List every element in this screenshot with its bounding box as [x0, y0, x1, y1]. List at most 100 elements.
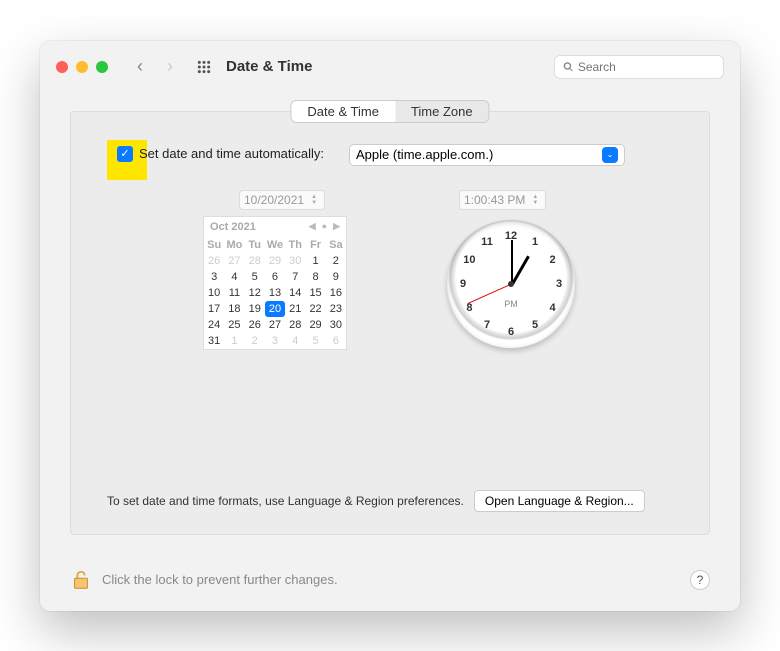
calendar-day[interactable]: 31 — [204, 333, 224, 349]
calendar-month-label: Oct 2021 — [210, 221, 256, 233]
calendar-day[interactable]: 9 — [326, 269, 346, 285]
titlebar: ‹ › Date & Time — [40, 41, 740, 93]
lock-row: Click the lock to prevent further change… — [70, 569, 710, 591]
clock-number: 6 — [508, 326, 514, 338]
date-field[interactable]: 10/20/2021 ▲▼ — [239, 190, 325, 210]
calendar-header: Oct 2021 ◀ ● ▶ — [204, 217, 346, 237]
calendar-day[interactable]: 24 — [204, 317, 224, 333]
analog-clock: PM 121234567891011 — [447, 220, 575, 348]
clock-number: 7 — [484, 319, 490, 331]
time-value: 1:00:43 PM — [464, 193, 525, 207]
calendar-day[interactable]: 10 — [204, 285, 224, 301]
calendar-day[interactable]: 27 — [265, 317, 285, 333]
calendar-dow: Th — [285, 237, 305, 253]
calendar-day[interactable]: 29 — [305, 317, 325, 333]
calendar-day[interactable]: 17 — [204, 301, 224, 317]
calendar-day[interactable]: 5 — [305, 333, 325, 349]
calendar-day[interactable]: 4 — [285, 333, 305, 349]
calendar-day[interactable]: 3 — [204, 269, 224, 285]
search-field[interactable] — [554, 55, 724, 79]
calendar-day[interactable]: 6 — [326, 333, 346, 349]
tab-time-zone[interactable]: Time Zone — [395, 101, 489, 122]
calendar-dow: Fr — [305, 237, 325, 253]
clock-number: 2 — [550, 254, 556, 266]
hint-text: To set date and time formats, use Langua… — [107, 494, 464, 508]
time-server-select[interactable]: Apple (time.apple.com.) ⌄ — [349, 144, 625, 166]
clock-number: 5 — [532, 319, 538, 331]
calendar-day[interactable]: 11 — [224, 285, 244, 301]
search-icon — [563, 61, 574, 73]
clock-number: 3 — [556, 278, 562, 290]
calendar-day[interactable]: 13 — [265, 285, 285, 301]
clock-number: 1 — [532, 236, 538, 248]
calendar-day[interactable]: 19 — [245, 301, 265, 317]
calendar-day[interactable]: 21 — [285, 301, 305, 317]
window-title: Date & Time — [226, 58, 312, 75]
back-button[interactable]: ‹ — [128, 55, 152, 79]
time-stepper[interactable]: ▲▼ — [529, 194, 541, 206]
calendar-day[interactable]: 26 — [204, 253, 224, 269]
time-server-value: Apple (time.apple.com.) — [356, 147, 493, 162]
clock-pin — [508, 281, 514, 287]
minute-hand — [511, 240, 513, 284]
cal-today-icon[interactable]: ● — [322, 221, 327, 232]
calendar-nav: ◀ ● ▶ — [309, 221, 340, 232]
clock-number: 12 — [505, 230, 517, 242]
tab-date-time[interactable]: Date & Time — [291, 101, 395, 122]
calendar-day[interactable]: 18 — [224, 301, 244, 317]
calendar-day[interactable]: 15 — [305, 285, 325, 301]
auto-datetime-checkbox[interactable]: ✓ — [117, 146, 133, 162]
hour-hand — [511, 255, 530, 284]
calendar-day[interactable]: 30 — [326, 317, 346, 333]
calendar-day[interactable]: 30 — [285, 253, 305, 269]
calendar-day[interactable]: 7 — [285, 269, 305, 285]
calendar-day[interactable]: 23 — [326, 301, 346, 317]
calendar-day[interactable]: 20 — [265, 301, 285, 317]
time-field[interactable]: 1:00:43 PM ▲▼ — [459, 190, 546, 210]
calendar-day[interactable]: 27 — [224, 253, 244, 269]
preferences-window: ‹ › Date & Time Date & Time Time Zone ✓ … — [40, 41, 740, 611]
calendar-day[interactable]: 14 — [285, 285, 305, 301]
calendar-dow: We — [265, 237, 285, 253]
calendar-dow: Sa — [326, 237, 346, 253]
nav-buttons: ‹ › — [128, 55, 182, 79]
calendar[interactable]: Oct 2021 ◀ ● ▶ SuMoTuWeThFrSa26272829301… — [203, 216, 347, 350]
lock-icon[interactable] — [70, 569, 92, 591]
cal-next-icon[interactable]: ▶ — [333, 221, 340, 232]
calendar-day[interactable]: 28 — [245, 253, 265, 269]
calendar-day[interactable]: 22 — [305, 301, 325, 317]
calendar-day[interactable]: 8 — [305, 269, 325, 285]
calendar-day[interactable]: 25 — [224, 317, 244, 333]
calendar-day[interactable]: 29 — [265, 253, 285, 269]
calendar-day[interactable]: 2 — [245, 333, 265, 349]
forward-button[interactable]: › — [158, 55, 182, 79]
calendar-day[interactable]: 6 — [265, 269, 285, 285]
clock-ampm: PM — [504, 299, 518, 309]
hint-row: To set date and time formats, use Langua… — [107, 490, 645, 512]
calendar-day[interactable]: 4 — [224, 269, 244, 285]
lock-text: Click the lock to prevent further change… — [102, 572, 338, 587]
tab-bar: Date & Time Time Zone — [290, 100, 489, 123]
date-stepper[interactable]: ▲▼ — [308, 194, 320, 206]
calendar-day[interactable]: 16 — [326, 285, 346, 301]
search-input[interactable] — [578, 60, 715, 74]
calendar-day[interactable]: 2 — [326, 253, 346, 269]
calendar-day[interactable]: 1 — [305, 253, 325, 269]
clock-number: 10 — [463, 254, 475, 266]
zoom-button[interactable] — [96, 61, 108, 73]
help-button[interactable]: ? — [690, 570, 710, 590]
auto-datetime-row: ✓ Set date and time automatically: — [117, 146, 324, 162]
calendar-day[interactable]: 3 — [265, 333, 285, 349]
calendar-day[interactable]: 1 — [224, 333, 244, 349]
calendar-day[interactable]: 28 — [285, 317, 305, 333]
cal-prev-icon[interactable]: ◀ — [309, 221, 316, 232]
calendar-day[interactable]: 26 — [245, 317, 265, 333]
calendar-day[interactable]: 12 — [245, 285, 265, 301]
close-button[interactable] — [56, 61, 68, 73]
show-all-icon[interactable] — [194, 57, 214, 77]
minimize-button[interactable] — [76, 61, 88, 73]
open-language-region-button[interactable]: Open Language & Region... — [474, 490, 645, 512]
calendar-grid: SuMoTuWeThFrSa26272829301234567891011121… — [204, 237, 346, 349]
calendar-day[interactable]: 5 — [245, 269, 265, 285]
chevron-down-icon: ⌄ — [602, 147, 618, 163]
